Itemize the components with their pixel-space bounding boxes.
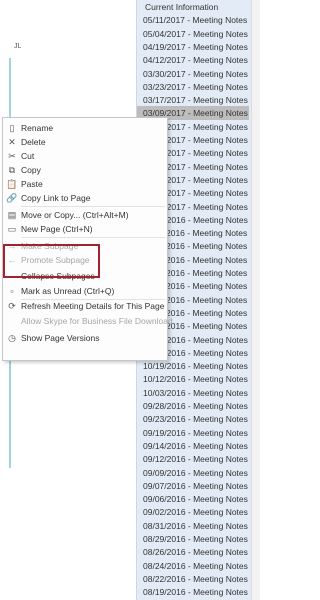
menu-item-paste[interactable]: 📋 Paste (3, 177, 167, 191)
scrollbar[interactable] (251, 0, 260, 600)
delete-icon: ✕ (8, 137, 16, 147)
page-list-item[interactable]: 08/24/2016 - Meeting Notes (137, 559, 249, 573)
menu-item-move-or-copy-ctrl-alt-m[interactable]: ▤ Move or Copy... (Ctrl+Alt+M) (3, 208, 167, 222)
page-initials: JL (14, 43, 22, 50)
page-list-item[interactable]: 05/11/2017 - Meeting Notes (137, 13, 249, 27)
menu-item-label: Paste (21, 179, 43, 189)
page-list-item[interactable]: 09/06/2016 - Meeting Notes (137, 492, 249, 506)
menu-item-label: Show Page Versions (21, 333, 100, 343)
refresh-icon: ⟳ (8, 301, 16, 311)
page-list-item[interactable]: 08/26/2016 - Meeting Notes (137, 545, 249, 559)
menu-item-label: Mark as Unread (Ctrl+Q) (21, 286, 115, 296)
menu-separator (21, 237, 165, 238)
page-list-item[interactable]: 09/23/2016 - Meeting Notes (137, 412, 249, 426)
page-list-item[interactable]: 05/04/2017 - Meeting Notes (137, 27, 249, 41)
menu-item-refresh-meeting-details-for-this-page[interactable]: ⟳ Refresh Meeting Details for This Page (3, 299, 167, 313)
menu-item-copy-link-to-page[interactable]: 🔗 Copy Link to Page (3, 191, 167, 205)
annotation-highlight-box (3, 244, 100, 278)
page-list-item[interactable]: 10/03/2016 - Meeting Notes (137, 386, 249, 400)
page-list-item[interactable]: 09/12/2016 - Meeting Notes (137, 452, 249, 466)
menu-separator (21, 299, 165, 300)
page-list-item[interactable]: 09/14/2016 - Meeting Notes (137, 439, 249, 453)
rename-icon: ▯ (9, 123, 15, 133)
context-menu: ▯ Rename ✕ Delete ✂ Cut ⧉ Copy 📋 Paste 🔗 Copy Link … (2, 117, 173, 361)
page-list-item[interactable]: 08/31/2016 - Meeting Notes (137, 519, 249, 533)
menu-item-label: Move or Copy... (Ctrl+Alt+M) (21, 210, 129, 220)
page-list-item[interactable]: 03/17/2017 - Meeting Notes (137, 93, 249, 107)
page-list-item[interactable]: 04/19/2017 - Meeting Notes (137, 40, 249, 54)
page-list-item[interactable]: 09/09/2016 - Meeting Notes (137, 466, 249, 480)
page-list-item[interactable]: 10/19/2016 - Meeting Notes (137, 359, 249, 373)
menu-item-allow-skype-for-business-file-download: Allow Skype for Business File Download (3, 314, 173, 328)
menu-separator (21, 206, 165, 207)
page-list-item[interactable]: 03/30/2017 - Meeting Notes (137, 67, 249, 81)
new-page-icon: ▭ (7, 224, 17, 234)
menu-item-mark-as-unread-ctrl-q[interactable]: ▫ Mark as Unread (Ctrl+Q) (3, 284, 167, 298)
paste-icon: 📋 (6, 179, 18, 189)
menu-item-label: Allow Skype for Business File Download (21, 316, 173, 326)
copy-link-icon: 🔗 (6, 193, 18, 203)
menu-item-label: Delete (21, 137, 46, 147)
page-list-item[interactable]: 09/02/2016 - Meeting Notes (137, 505, 249, 519)
page-list-item[interactable]: 08/22/2016 - Meeting Notes (137, 572, 249, 586)
menu-item-delete[interactable]: ✕ Delete (3, 135, 167, 149)
menu-item-cut[interactable]: ✂ Cut (3, 149, 167, 163)
page-list-item[interactable]: 09/07/2016 - Meeting Notes (137, 479, 249, 493)
menu-item-label: Copy (21, 165, 41, 175)
page-list-item[interactable]: 08/29/2016 - Meeting Notes (137, 532, 249, 546)
mark-unread-icon: ▫ (10, 286, 14, 296)
page-versions-icon: ◷ (8, 333, 16, 343)
copy-icon: ⧉ (8, 165, 16, 175)
menu-item-rename[interactable]: ▯ Rename (3, 121, 167, 135)
menu-item-label: New Page (Ctrl+N) (21, 224, 93, 234)
menu-item-label: Copy Link to Page (21, 193, 91, 203)
menu-item-new-page-ctrl-n[interactable]: ▭ New Page (Ctrl+N) (3, 222, 167, 236)
cut-icon: ✂ (8, 151, 16, 161)
page-list-item[interactable]: 03/23/2017 - Meeting Notes (137, 80, 249, 94)
menu-item-show-page-versions[interactable]: ◷ Show Page Versions (3, 331, 167, 345)
page-list-item[interactable]: 04/12/2017 - Meeting Notes (137, 53, 249, 67)
menu-item-label: Refresh Meeting Details for This Page (21, 301, 165, 311)
section-header[interactable]: Current Information (137, 0, 249, 14)
menu-item-label: Rename (21, 123, 54, 133)
page-list-item[interactable]: 09/28/2016 - Meeting Notes (137, 399, 249, 413)
menu-item-label: Cut (21, 151, 35, 161)
page-list-item[interactable]: 10/12/2016 - Meeting Notes (137, 372, 249, 386)
page-list-item[interactable]: 08/19/2016 - Meeting Notes (137, 585, 249, 599)
page-list-item[interactable]: 09/19/2016 - Meeting Notes (137, 426, 249, 440)
move-copy-icon: ▤ (7, 210, 17, 220)
menu-item-copy[interactable]: ⧉ Copy (3, 163, 167, 177)
